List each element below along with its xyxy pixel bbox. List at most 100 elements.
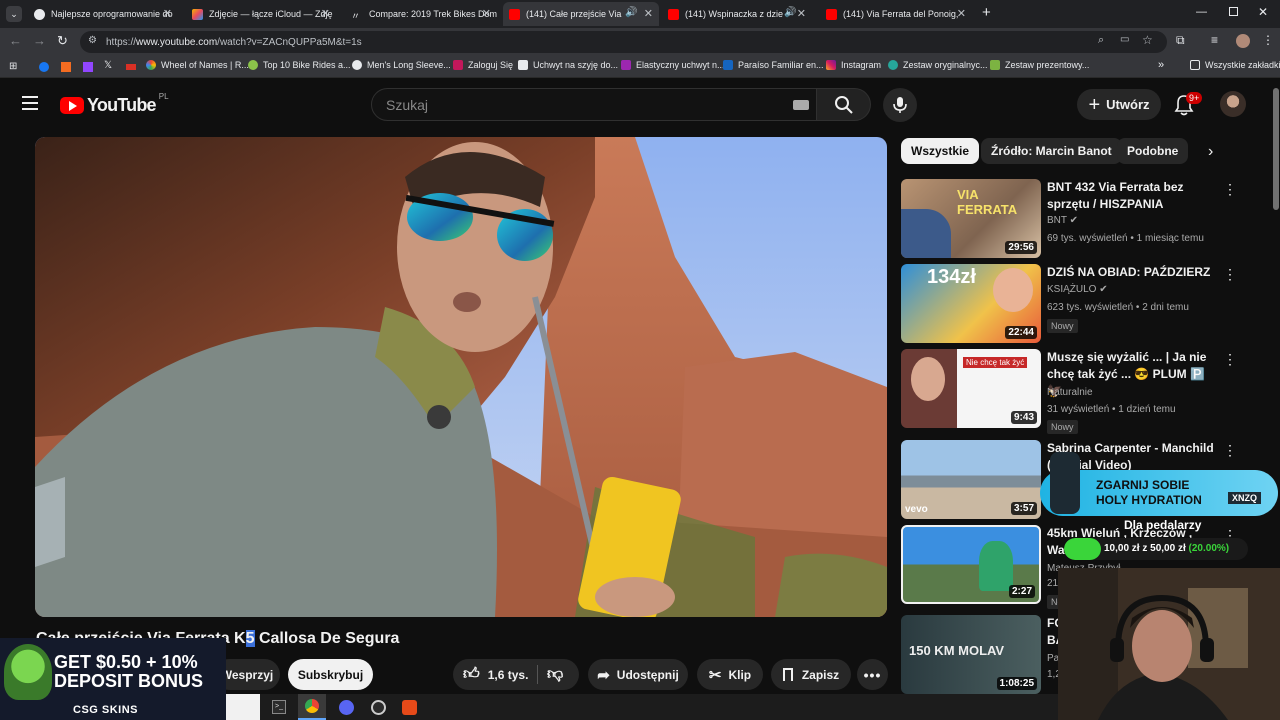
streaming-app-icon[interactable]: [402, 700, 417, 715]
bookmark-item[interactable]: Men's Long Sleeve...: [352, 60, 451, 70]
share-button[interactable]: ➦ Udostępnij: [588, 659, 688, 690]
channel-name[interactable]: Naturalnie: [1047, 387, 1093, 398]
more-vertical-icon[interactable]: ⋮: [1223, 181, 1237, 198]
tab-list-chevron-icon[interactable]: ⌄: [6, 6, 22, 22]
address-bar[interactable]: ⚙ https://www.youtube.com/watch?v=ZACnQU…: [80, 31, 1167, 53]
reload-icon[interactable]: ↻: [57, 33, 68, 49]
new-badge: Nowy: [1047, 420, 1078, 434]
bookmark-item[interactable]: Instagram: [826, 60, 881, 70]
forward-arrow-icon[interactable]: →: [33, 33, 46, 48]
subscribe-button[interactable]: Subskrybuj: [288, 659, 373, 690]
bookmark-item[interactable]: Top 10 Bike Rides a...: [248, 60, 351, 70]
close-tab-icon[interactable]: ✕: [644, 7, 653, 20]
audio-playing-icon[interactable]: 🔊: [625, 7, 637, 18]
scissors-icon: ✂: [708, 666, 722, 684]
more-vertical-icon[interactable]: ⋮: [1223, 351, 1237, 368]
hamburger-menu-icon[interactable]: [22, 96, 38, 110]
create-button[interactable]: + Utwórz: [1077, 89, 1161, 120]
bookmark-item[interactable]: Zestaw oryginalnyc...: [888, 60, 988, 70]
all-bookmarks-folder[interactable]: Wszystkie zakładki: [1190, 60, 1280, 70]
dislike-button[interactable]: 👎︎: [547, 665, 563, 684]
bookmark-item[interactable]: Zaloguj Się: [453, 60, 513, 70]
media-controls-icon[interactable]: ≡: [1211, 33, 1218, 47]
close-window-icon[interactable]: ✕: [1258, 5, 1268, 19]
instagram-icon: [826, 60, 836, 70]
search-input[interactable]: Szukaj: [371, 88, 817, 121]
close-tab-icon[interactable]: ✕: [163, 7, 172, 20]
browser-tab[interactable]: (141) Wspinaczka z dziewcz 🔊 ✕: [662, 2, 812, 26]
extensions-icon[interactable]: ⧉: [1176, 33, 1185, 48]
browser-tab[interactable]: 〃 Compare: 2019 Trek Bikes Dom ✕: [345, 2, 497, 26]
more-vertical-icon[interactable]: ⋮: [1223, 442, 1237, 459]
audio-playing-icon[interactable]: 🔊: [784, 7, 796, 18]
video-player[interactable]: [35, 137, 887, 617]
discord-app-icon[interactable]: [339, 700, 354, 715]
account-avatar[interactable]: [1220, 91, 1246, 117]
bookmark-item[interactable]: Wheel of Names | R...: [146, 60, 249, 70]
site-info-icon[interactable]: ⚙: [88, 35, 97, 46]
deposit-bonus-overlay: GET $0.50 + 10% DEPOSIT BONUS CSG SKINS: [0, 638, 226, 720]
channel-name[interactable]: KSIĄŻULO ✔: [1047, 284, 1108, 295]
more-vertical-icon[interactable]: ⋮: [1223, 266, 1237, 283]
video-thumbnail[interactable]: 2:27: [901, 525, 1041, 604]
bookmark-app-icon[interactable]: [61, 62, 71, 72]
bookmark-item[interactable]: Paraíso Familiar en...: [723, 60, 824, 70]
twitch-icon[interactable]: [83, 62, 93, 72]
apps-grid-icon[interactable]: ⊞: [9, 61, 17, 72]
browser-tab[interactable]: Zdjęcie — łącze iCloud — Zdję ✕: [186, 2, 336, 26]
duration-badge: 1:08:25: [996, 677, 1037, 690]
obs-app-icon[interactable]: [371, 700, 386, 715]
bookmark-item[interactable]: Uchwyt na szyję do...: [518, 60, 618, 70]
page-icon: [518, 60, 528, 70]
keyboard-icon[interactable]: [793, 100, 809, 110]
youtube-logo[interactable]: YouTube PL: [60, 92, 169, 116]
bookmark-star-icon[interactable]: ☆: [1142, 33, 1153, 47]
chip-from-source[interactable]: Źródło: Marcin Banot: [981, 138, 1122, 164]
like-button[interactable]: 👍︎ 1,6 tys.: [453, 665, 528, 684]
bookmark-app-icon[interactable]: [126, 64, 136, 70]
close-tab-icon[interactable]: ✕: [957, 7, 966, 20]
chips-next-chevron-icon[interactable]: ›: [1208, 143, 1213, 161]
like-dislike-group: 👍︎ 1,6 tys. 👎︎: [453, 659, 579, 690]
browser-tab[interactable]: (141) Via Ferrata del Ponoig, Po ✕: [820, 2, 972, 26]
video-thumbnail[interactable]: VIA FERRATA 29:56: [901, 179, 1041, 258]
new-tab-button[interactable]: +: [982, 4, 991, 21]
zoom-icon[interactable]: ⌕: [1098, 34, 1104, 47]
video-thumbnail[interactable]: Nie chcę tak żyć 9:43: [901, 349, 1041, 428]
chip-all[interactable]: Wszystkie: [901, 138, 980, 164]
bookmark-item[interactable]: Zestaw prezentowy...: [990, 60, 1089, 70]
more-actions-button[interactable]: •••: [857, 659, 888, 690]
facebook-icon[interactable]: [39, 62, 49, 72]
chrome-app-icon[interactable]: [298, 694, 326, 720]
page-scrollbar-thumb[interactable]: [1273, 88, 1279, 210]
browser-menu-icon[interactable]: ⋮: [1262, 33, 1274, 47]
close-tab-icon[interactable]: ✕: [482, 7, 491, 20]
video-thumbnail[interactable]: 134zł 22:44: [901, 264, 1041, 343]
browser-tab[interactable]: Najlepsze oprogramowanie do ✕: [28, 2, 178, 26]
clip-button[interactable]: ✂ Klip: [697, 659, 763, 690]
terminal-app-icon[interactable]: >_: [272, 700, 286, 714]
x-logo-icon[interactable]: 𝕏: [104, 60, 112, 71]
bookmark-item[interactable]: Elastyczny uchwyt n...: [621, 60, 725, 70]
more-bookmarks-chevron-icon[interactable]: »: [1158, 59, 1164, 71]
youtube-header: YouTube PL Szukaj + Utwórz 9+: [0, 78, 1280, 130]
profile-avatar-icon[interactable]: [1236, 34, 1250, 48]
minimize-window-icon[interactable]: —: [1196, 6, 1207, 18]
channel-name[interactable]: BNT ✔: [1047, 215, 1078, 226]
recommendation-title[interactable]: DZIŚ NA OBIAD: PAŹDZIERZ: [1047, 264, 1217, 281]
cast-icon[interactable]: ▭: [1120, 34, 1129, 45]
video-thumbnail[interactable]: 150 KM MOLAV 1:08:25: [901, 615, 1041, 694]
recommendation-title[interactable]: BNT 432 Via Ferrata bez sprzętu / HISZPA…: [1047, 179, 1217, 213]
search-button[interactable]: [817, 88, 871, 121]
browser-tab-active[interactable]: (141) Całe przejście Via Ferr 🔊 ✕: [503, 2, 659, 26]
video-thumbnail[interactable]: vevo 3:57: [901, 440, 1041, 519]
close-tab-icon[interactable]: ✕: [321, 7, 330, 20]
chip-related[interactable]: Podobne: [1117, 138, 1189, 164]
save-button[interactable]: Zapisz: [771, 659, 851, 690]
taskbar-blank-window[interactable]: [226, 694, 260, 720]
restore-window-icon[interactable]: [1229, 7, 1238, 16]
donation-goal-fill: [1064, 538, 1101, 560]
voice-search-button[interactable]: [883, 88, 917, 122]
close-tab-icon[interactable]: ✕: [797, 7, 806, 20]
back-arrow-icon[interactable]: ←: [9, 33, 22, 48]
